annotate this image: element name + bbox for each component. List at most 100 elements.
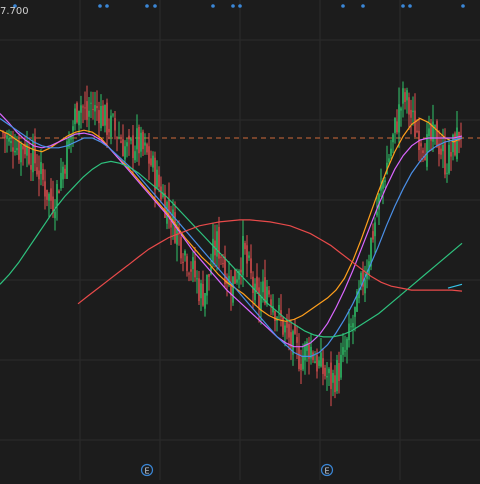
candle-body [392,134,394,143]
candle-body [46,189,48,200]
candle-body [394,117,396,133]
candle-body [202,283,204,306]
candle-body [390,148,392,157]
candle-body [296,337,298,343]
event-marker-label: E [324,467,329,476]
candle-body [416,130,418,132]
candle-body [288,324,290,338]
candle-body [196,278,198,280]
candle-body [144,142,146,146]
candle-body [28,148,30,164]
candlestick-chart-svg[interactable]: EE [0,0,480,480]
candle-body [412,110,414,113]
candle-body [58,190,60,194]
candle-body [330,362,332,390]
candle-body [402,88,404,104]
candle-body [76,102,78,123]
candle-body [114,118,116,131]
candle-body [206,274,208,296]
candle-body [232,276,234,303]
candle-body [396,121,398,133]
candle-body [14,150,16,153]
candle-body [184,250,186,256]
candle-body [350,326,352,328]
candle-body [84,107,86,109]
reference-price-label: 7.700 [0,6,29,17]
candle-body [106,102,108,135]
candle-body [314,361,316,364]
candle-body [320,352,322,367]
candle-body [192,257,194,270]
price-chart[interactable]: EE 7.700 [0,0,480,480]
candle-body [244,243,246,250]
candle-body [242,235,244,276]
candle-body [414,110,416,137]
candle-body [254,283,256,301]
candle-body [68,138,70,148]
candle-body [38,170,40,180]
candle-body [108,128,110,133]
candle-body [72,126,74,131]
candle-body [116,137,118,139]
candle-body [48,193,50,201]
candle-body [252,276,254,293]
candle-body [80,105,82,113]
candle-body [44,181,46,197]
candle-body [256,276,258,291]
candle-body [376,212,378,216]
candle-body [456,127,458,160]
candle-body [88,110,90,117]
candle-body [20,143,22,163]
candle-body [140,132,142,152]
candle-body [138,126,140,154]
candle-body [124,146,126,160]
candle-body [248,255,250,258]
candle-body [298,347,300,369]
candle-body [136,128,138,150]
candle-body [78,110,80,126]
candle-body [120,141,122,143]
candle-body [92,108,94,110]
candle-body [4,133,6,138]
candle-body [318,360,320,366]
candle-body [372,231,374,240]
event-dot [231,4,235,8]
candle-body [284,325,286,333]
candle-body [132,135,134,159]
candle-body [212,238,214,263]
candle-body [344,350,346,352]
candle-body [190,269,192,272]
candle-body [360,272,362,285]
candle-body [322,358,324,374]
candle-body [54,211,56,219]
candle-body [156,169,158,189]
candle-body [64,168,66,174]
candle-body [388,158,390,163]
candle-body [346,338,348,350]
candle-body [258,287,260,309]
event-dot [153,4,157,8]
candle-body [148,146,150,164]
event-dot [211,4,215,8]
candle-body [12,147,14,152]
event-dot [361,4,365,8]
candle-body [220,256,222,258]
candle-body [408,97,410,115]
candle-body [352,323,354,328]
candle-body [74,108,76,125]
candle-body [420,143,422,147]
candle-body [134,151,136,161]
candle-body [428,128,430,137]
event-dot [341,4,345,8]
candle-body [446,172,448,174]
candle-body [246,245,248,264]
event-dot [401,4,405,8]
candle-body [450,152,452,157]
candle-body [56,183,58,207]
candle-body [128,135,130,140]
candle-body [340,354,342,378]
candle-body [404,92,406,102]
candle-body [236,279,238,283]
candle-body [182,261,184,263]
candle-body [112,114,114,116]
